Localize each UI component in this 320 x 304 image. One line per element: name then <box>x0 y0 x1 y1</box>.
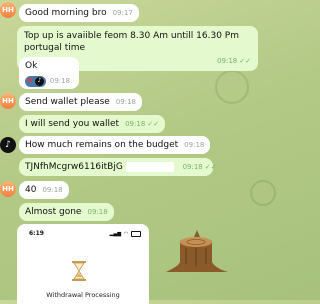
message-time: 09:18 <box>217 57 238 65</box>
message-bubble-outgoing[interactable]: I will send you wallet 09:18 ✓✓ <box>19 115 166 133</box>
message-text: I will send you wallet <box>25 119 120 129</box>
message-time: 09:18 <box>115 98 137 106</box>
avatar[interactable]: HH <box>0 93 16 109</box>
redacted-block <box>125 161 174 172</box>
message-text: Send wallet please <box>25 97 110 107</box>
status-bar: 6:19 ▂▄▆ ◠ <box>17 224 149 237</box>
tree-stump-icon[interactable] <box>160 228 234 274</box>
message-bubble-incoming[interactable]: Send wallet please 09:18 <box>19 93 143 111</box>
message-text: How much remains on the budget <box>25 140 179 150</box>
message-text: 40 <box>25 185 37 195</box>
background-doodle <box>215 70 249 104</box>
reaction-bar[interactable]: ❤ ♪ <box>25 75 46 87</box>
message-time: 09:18 <box>87 208 108 216</box>
message-bubble-outgoing[interactable]: TJNfhMcgrw6116itBjG 09:18 ✓✓ <box>19 158 217 176</box>
message-time: 09:18 <box>49 77 71 85</box>
wifi-icon: ◠ <box>124 230 128 237</box>
message-text: Almost gone <box>25 207 82 217</box>
message-text: Ok <box>25 61 38 71</box>
tiktok-icon: ♪ <box>34 76 44 86</box>
tiktok-avatar[interactable]: ♪ <box>0 137 16 153</box>
message-bubble-outgoing[interactable]: Almost gone 09:18 <box>19 203 114 221</box>
double-check-icon: ✓✓ <box>239 57 251 65</box>
message-time: 09:18 <box>182 163 203 171</box>
avatar[interactable]: HH <box>0 181 16 197</box>
hourglass-icon <box>71 261 87 281</box>
avatar[interactable]: HH <box>0 2 16 18</box>
message-time: 09:18 <box>125 120 146 128</box>
background-doodle <box>250 180 276 206</box>
message-bubble-incoming[interactable]: Ok ❤ ♪ 09:18 <box>19 57 79 89</box>
battery-icon <box>131 230 141 237</box>
message-bubble-incoming[interactable]: How much remains on the budget 09:18 <box>19 136 211 154</box>
message-text: TJNfhMcgrw6116itBjG <box>25 162 123 172</box>
message-time: 09:18 <box>42 186 63 194</box>
message-time: 09:18 <box>184 141 205 149</box>
status-title: Withdrawal Processing <box>46 291 120 299</box>
message-bubble-incoming[interactable]: 40 09:18 <box>19 181 69 199</box>
message-text: Top up is avaiible feom 8.30 Am untill 1… <box>24 31 239 53</box>
message-bubble-incoming[interactable]: Good morning bro 09:17 <box>19 4 139 22</box>
message-time: 09:17 <box>112 9 133 17</box>
signal-icon: ▂▄▆ <box>109 230 122 237</box>
double-check-icon: ✓✓ <box>147 120 160 128</box>
screenshot-attachment[interactable]: 6:19 ▂▄▆ ◠ Withdrawal Processing <box>17 224 149 304</box>
message-text: Good morning bro <box>25 8 107 18</box>
heart-icon: ❤ <box>27 77 33 85</box>
status-clock: 6:19 <box>29 230 44 237</box>
double-check-icon: ✓✓ <box>204 163 217 171</box>
